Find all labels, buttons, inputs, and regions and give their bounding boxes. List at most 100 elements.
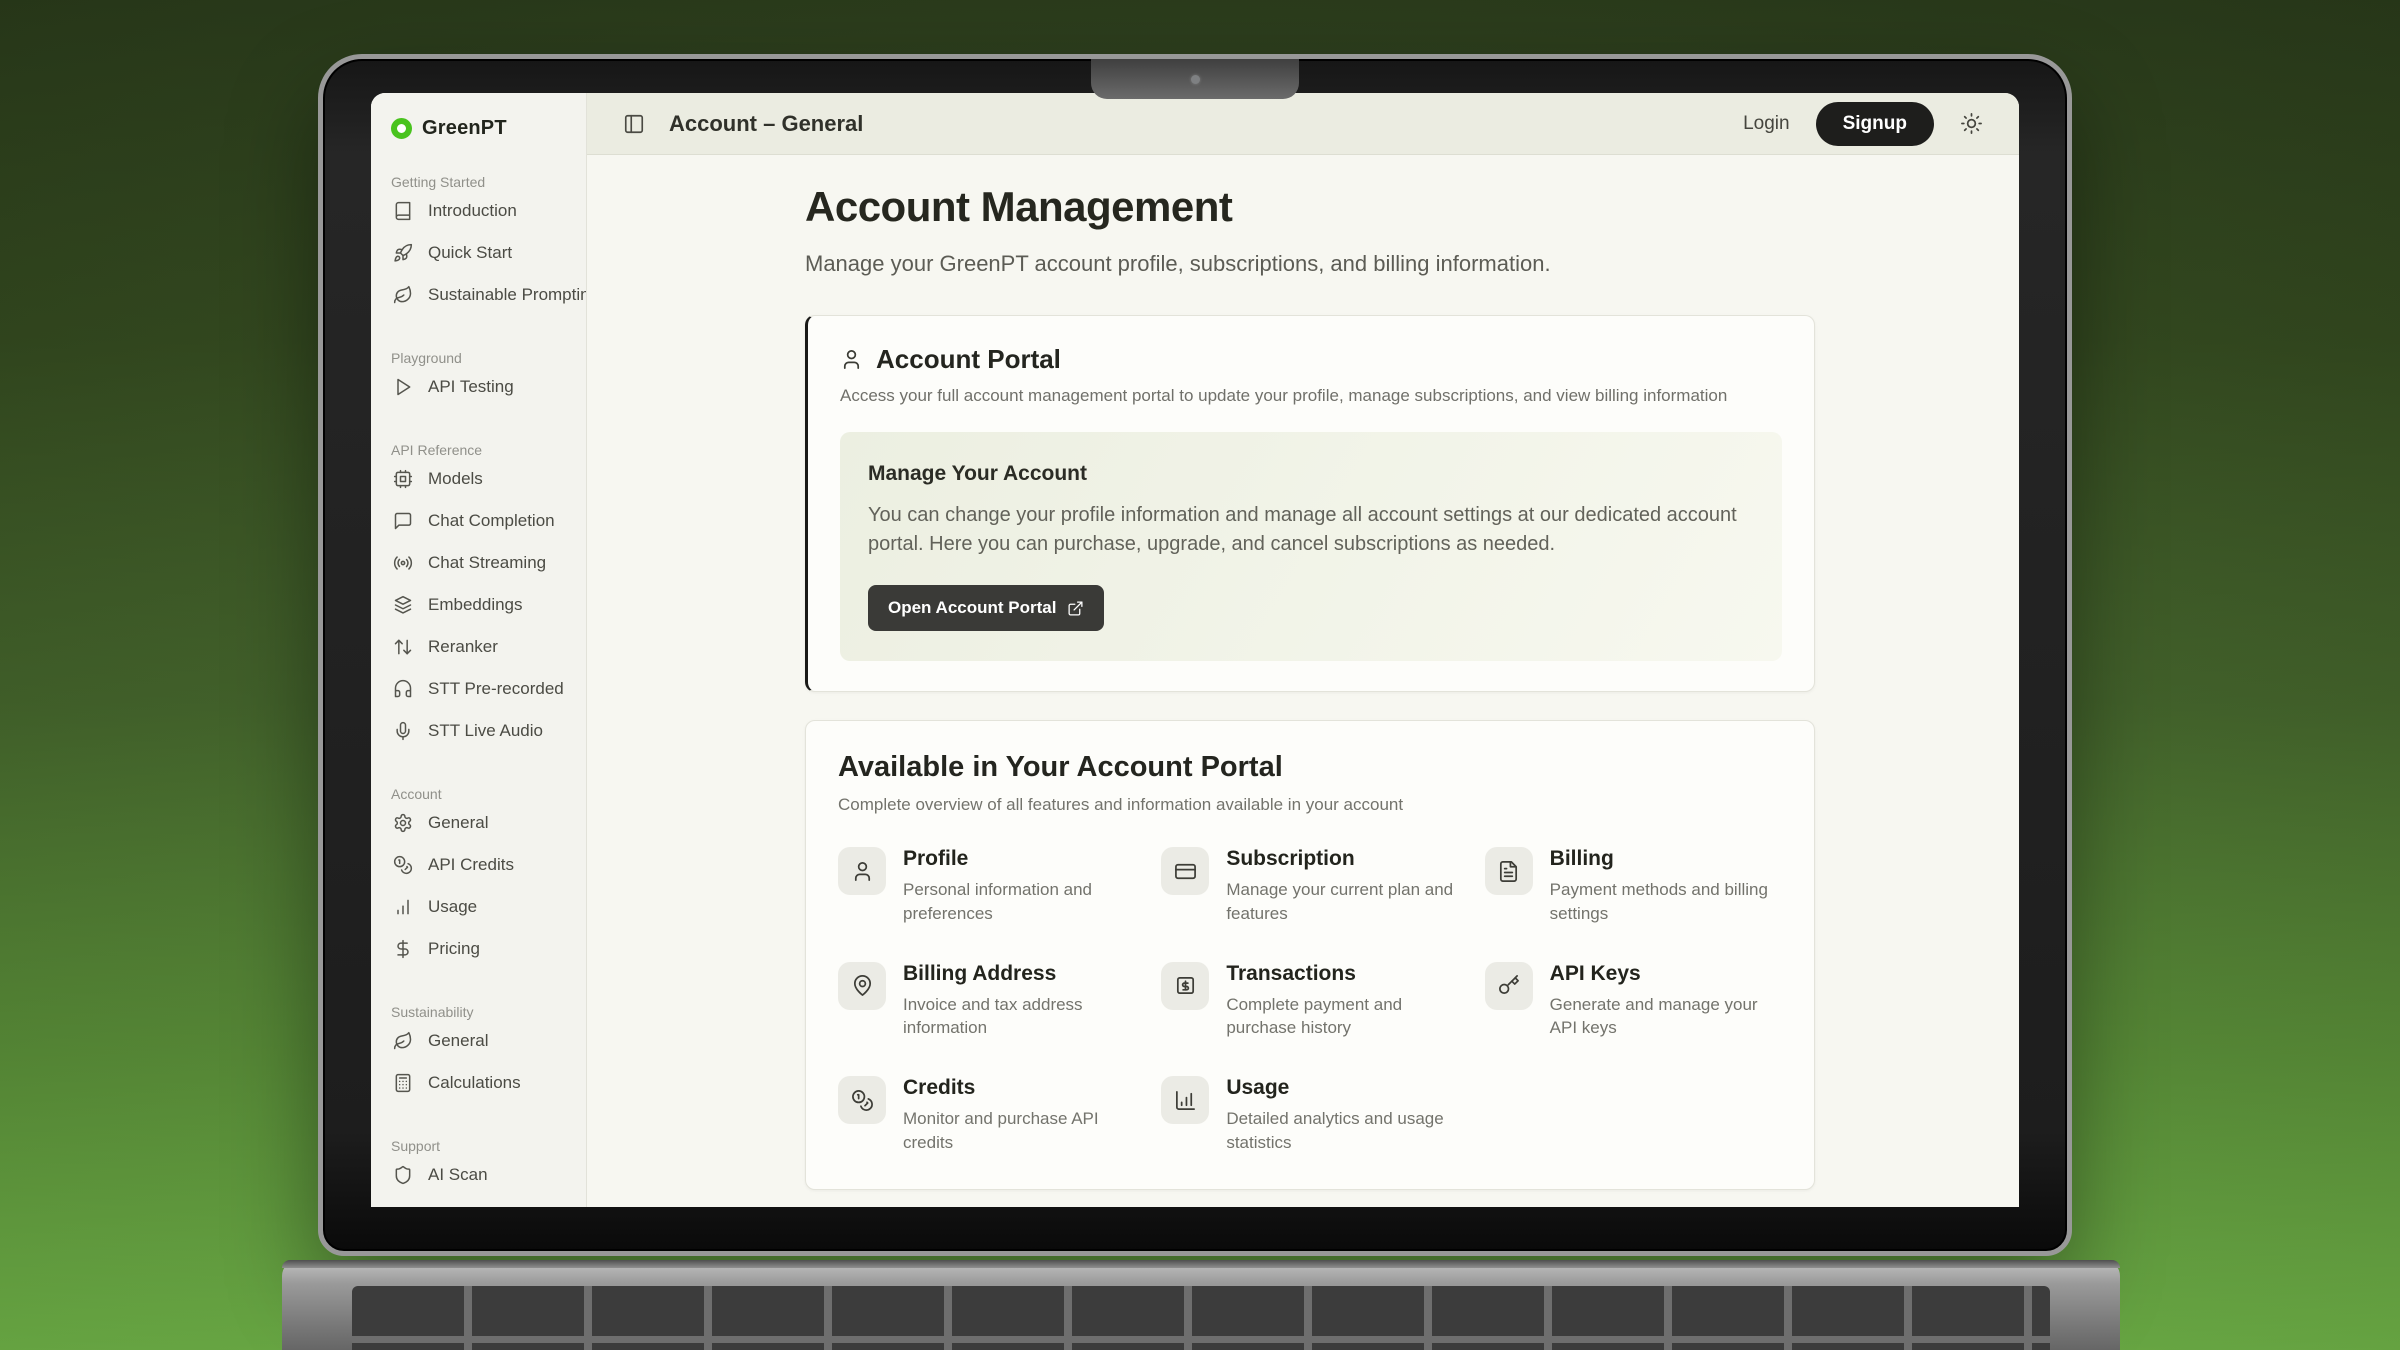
sidebar-item-quick-start[interactable]: Quick Start xyxy=(391,232,568,274)
feature-description: Generate and manage your API keys xyxy=(1550,993,1782,1041)
dollar-icon xyxy=(393,939,413,959)
page-title: Account Management xyxy=(805,183,1815,231)
sidebar-item-embeddings[interactable]: Embeddings xyxy=(391,584,568,626)
brand[interactable]: GreenPT xyxy=(391,117,568,140)
leaf-icon xyxy=(393,1031,413,1051)
sidebar-item-label: Quick Start xyxy=(428,243,512,263)
feature-title: Billing Address xyxy=(903,962,1135,986)
features-grid: Profile Personal information and prefere… xyxy=(838,847,1782,1155)
feature-credits: Credits Monitor and purchase API credits xyxy=(838,1076,1135,1155)
sidebar-item-label: Calculations xyxy=(428,1073,521,1093)
feature-description: Complete payment and purchase history xyxy=(1226,993,1458,1041)
login-link[interactable]: Login xyxy=(1743,113,1790,135)
sidebar-item-usage[interactable]: Usage xyxy=(391,886,568,928)
sidebar-item-api-testing[interactable]: API Testing xyxy=(391,366,568,408)
sidebar-item-sustainability-general[interactable]: General xyxy=(391,1020,568,1062)
headphones-icon xyxy=(393,679,413,699)
map-pin-icon xyxy=(851,974,874,997)
calculator-icon xyxy=(393,1073,413,1093)
sidebar-item-api-credits[interactable]: API Credits xyxy=(391,844,568,886)
laptop-hinge xyxy=(282,1260,2120,1268)
sidebar-item-label: Introduction xyxy=(428,201,517,221)
user-icon xyxy=(851,860,874,883)
laptop-notch xyxy=(1091,59,1299,99)
section-label-playground: Playground xyxy=(391,350,568,366)
greenpt-logo-icon xyxy=(391,118,412,139)
card-title: Account Portal xyxy=(876,344,1061,375)
section-label-sustainability: Sustainability xyxy=(391,1004,568,1020)
leaf-icon xyxy=(393,285,413,305)
sidebar-item-calculations[interactable]: Calculations xyxy=(391,1062,568,1104)
message-icon xyxy=(393,511,413,531)
sidebar-item-pricing[interactable]: Pricing xyxy=(391,928,568,970)
feature-usage: Usage Detailed analytics and usage stati… xyxy=(1161,1076,1458,1155)
feature-title: API Keys xyxy=(1550,962,1782,986)
coins-icon xyxy=(851,1089,874,1112)
sidebar-item-chat-completion[interactable]: Chat Completion xyxy=(391,500,568,542)
keyboard xyxy=(352,1286,2050,1350)
cpu-icon xyxy=(393,469,413,489)
layers-icon xyxy=(393,595,413,615)
sidebar-item-chat-streaming[interactable]: Chat Streaming xyxy=(391,542,568,584)
chart-column-icon xyxy=(1174,1089,1197,1112)
sidebar-item-ai-scan[interactable]: AI Scan xyxy=(391,1154,568,1196)
sidebar-item-stt-prerecorded[interactable]: STT Pre-recorded xyxy=(391,668,568,710)
feature-transactions: Transactions Complete payment and purcha… xyxy=(1161,962,1458,1041)
open-account-portal-button[interactable]: Open Account Portal xyxy=(868,585,1104,631)
feature-billing: Billing Payment methods and billing sett… xyxy=(1485,847,1782,926)
sidebar-item-label: API Credits xyxy=(428,855,514,875)
sidebar-item-reranker[interactable]: Reranker xyxy=(391,626,568,668)
sidebar-item-label: General xyxy=(428,813,488,833)
feature-title: Billing xyxy=(1550,847,1782,871)
feature-description: Detailed analytics and usage statistics xyxy=(1226,1107,1458,1155)
gear-icon xyxy=(393,813,413,833)
book-icon xyxy=(393,201,413,221)
account-portal-features-card: Available in Your Account Portal Complet… xyxy=(805,720,1815,1190)
feature-subscription: Subscription Manage your current plan an… xyxy=(1161,847,1458,926)
main-area: Account – General Login Signup Account M… xyxy=(587,93,2019,1207)
signup-button[interactable]: Signup xyxy=(1816,102,1934,146)
section-label-account: Account xyxy=(391,786,568,802)
webcam-icon xyxy=(1191,75,1200,84)
user-icon xyxy=(840,348,863,371)
section-label-getting-started: Getting Started xyxy=(391,174,568,190)
sidebar-toggle-icon[interactable] xyxy=(623,113,645,135)
sidebar-item-label: AI Scan xyxy=(428,1165,488,1185)
microphone-icon xyxy=(393,721,413,741)
feature-api-keys: API Keys Generate and manage your API ke… xyxy=(1485,962,1782,1041)
receipt-icon xyxy=(1174,974,1197,997)
coins-icon xyxy=(393,855,413,875)
app-window: GreenPT Getting Started Introduction Qui… xyxy=(371,93,2019,1207)
sidebar-item-label: Embeddings xyxy=(428,595,523,615)
sidebar-item-label: Sustainable Prompting xyxy=(428,285,587,305)
laptop-screen-bezel: GreenPT Getting Started Introduction Qui… xyxy=(318,54,2072,1256)
sidebar-item-introduction[interactable]: Introduction xyxy=(391,190,568,232)
card-description: Access your full account management port… xyxy=(840,386,1782,406)
feature-title: Profile xyxy=(903,847,1135,871)
sidebar-item-label: Chat Streaming xyxy=(428,553,546,573)
sidebar-item-sustainable-prompting[interactable]: Sustainable Prompting xyxy=(391,274,568,316)
brand-name: GreenPT xyxy=(422,117,507,140)
bar-chart-icon xyxy=(393,897,413,917)
sidebar-item-label: Models xyxy=(428,469,483,489)
feature-description: Invoice and tax address information xyxy=(903,993,1135,1041)
section-label-api-reference: API Reference xyxy=(391,442,568,458)
page-subtitle: Manage your GreenPT account profile, sub… xyxy=(805,251,1815,277)
file-text-icon xyxy=(1497,860,1520,883)
section-label-support: Support xyxy=(391,1138,568,1154)
sun-icon[interactable] xyxy=(1960,112,1983,135)
credit-card-icon xyxy=(1174,860,1197,883)
sidebar-item-stt-live-audio[interactable]: STT Live Audio xyxy=(391,710,568,752)
content-scroll-area[interactable]: Account Management Manage your GreenPT a… xyxy=(587,155,2019,1207)
feature-description: Personal information and preferences xyxy=(903,878,1135,926)
play-icon xyxy=(393,377,413,397)
sidebar-item-account-general[interactable]: General xyxy=(391,802,568,844)
feature-profile: Profile Personal information and prefere… xyxy=(838,847,1135,926)
rocket-icon xyxy=(393,243,413,263)
topbar: Account – General Login Signup xyxy=(587,93,2019,155)
feature-description: Payment methods and billing settings xyxy=(1550,878,1782,926)
sidebar-item-models[interactable]: Models xyxy=(391,458,568,500)
account-portal-card: Account Portal Access your full account … xyxy=(805,315,1815,692)
key-icon xyxy=(1497,974,1520,997)
card-title: Available in Your Account Portal xyxy=(838,751,1782,784)
